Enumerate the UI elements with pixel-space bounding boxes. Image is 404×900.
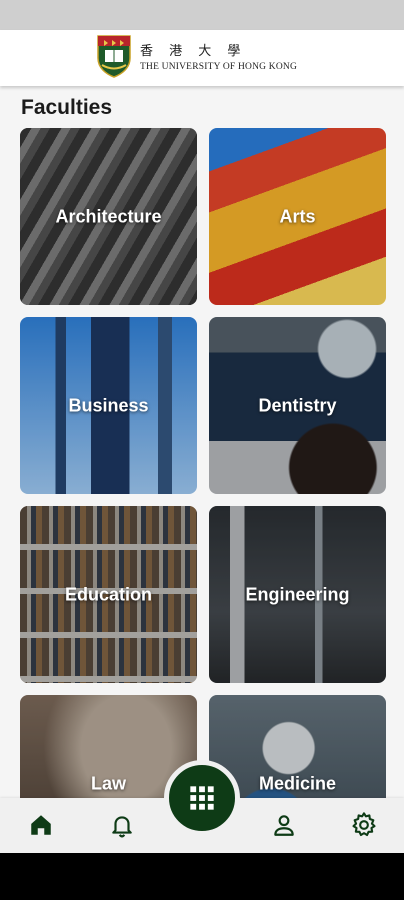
grid-icon <box>190 786 214 810</box>
faculty-card-education[interactable]: Education <box>20 506 197 683</box>
faculty-label: Education <box>64 584 152 604</box>
nav-notifications[interactable] <box>107 810 137 840</box>
section-title: Faculties <box>21 96 113 119</box>
gear-icon <box>352 812 376 837</box>
nav-settings[interactable] <box>349 810 379 840</box>
faculty-card-architecture[interactable]: Architecture <box>20 128 197 305</box>
university-chinese-name: 香 港 大 學 <box>140 44 247 59</box>
crest-icon <box>97 35 131 78</box>
faculty-card-arts[interactable]: Arts <box>209 128 386 305</box>
nav-profile[interactable] <box>269 810 299 840</box>
app-header: 香 港 大 學 THE UNIVERSITY OF HONG KONG <box>0 30 404 86</box>
person-icon <box>274 815 294 836</box>
home-icon <box>31 815 51 835</box>
faculty-card-engineering[interactable]: Engineering <box>209 506 386 683</box>
faculty-label: Arts <box>279 206 316 226</box>
university-english-name: THE UNIVERSITY OF HONG KONG <box>140 62 298 72</box>
nav-home[interactable] <box>26 810 56 840</box>
faculty-card-dentistry[interactable]: Dentistry <box>209 317 386 494</box>
faculty-card-business[interactable]: Business <box>20 317 197 494</box>
faculty-label: Dentistry <box>258 395 337 415</box>
main-content: Faculties Architecture Arts Business Den… <box>0 86 404 798</box>
faculty-label: Architecture <box>55 206 162 226</box>
nav-menu-fab[interactable] <box>164 760 240 836</box>
faculty-label: Business <box>68 395 149 415</box>
system-navigation-bar <box>0 853 404 900</box>
bell-icon <box>112 816 132 838</box>
hku-logo: 香 港 大 學 THE UNIVERSITY OF HONG KONG <box>96 34 316 80</box>
status-bar <box>0 0 404 30</box>
faculty-label: Engineering <box>245 584 350 604</box>
